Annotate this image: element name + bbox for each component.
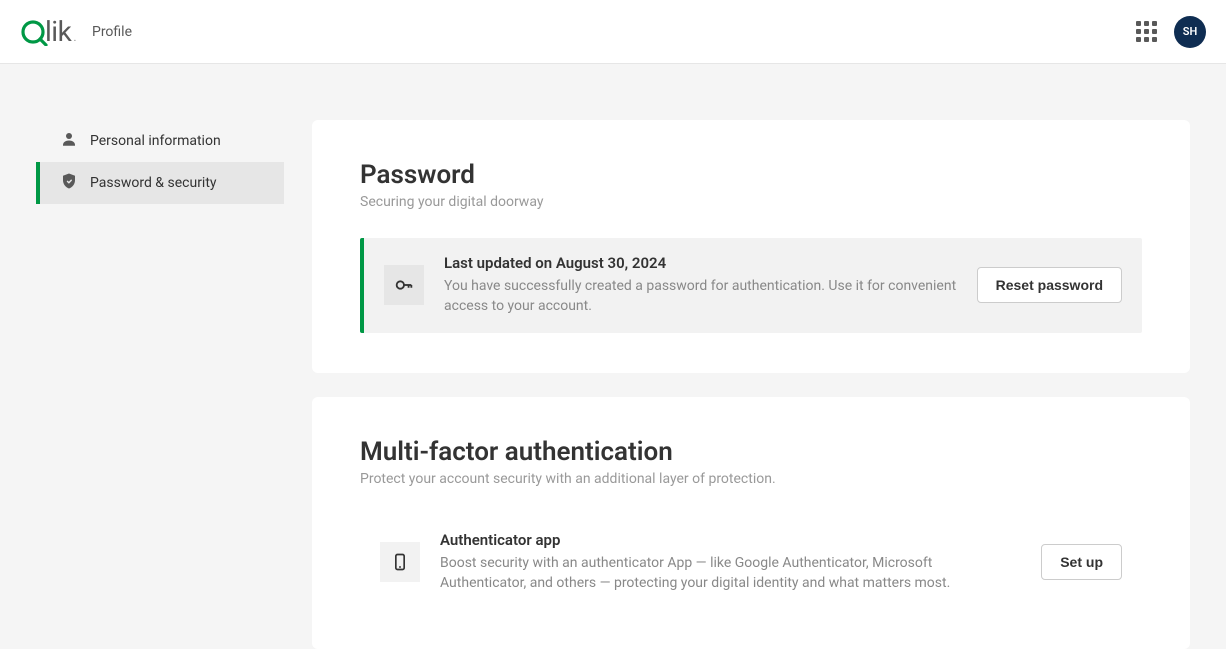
sidebar: Personal information Password & security: [36, 120, 284, 649]
avatar[interactable]: SH: [1174, 16, 1206, 48]
mfa-card: Multi-factor authentication Protect your…: [312, 397, 1190, 649]
mfa-app-title: Authenticator app: [440, 531, 1021, 549]
header-right: SH: [1134, 16, 1206, 48]
main: Password Securing your digital doorway L…: [312, 120, 1190, 649]
mfa-app-text: Authenticator app Boost security with an…: [440, 531, 1021, 594]
logo-text: lik: [45, 15, 71, 48]
header-left: lik. Profile: [20, 15, 132, 48]
mfa-setup-button[interactable]: Set up: [1041, 544, 1122, 580]
key-icon: [384, 265, 424, 305]
password-card: Password Securing your digital doorway L…: [312, 120, 1190, 373]
apps-grid-icon[interactable]: [1134, 20, 1158, 44]
password-info-box: Last updated on August 30, 2024 You have…: [360, 238, 1142, 333]
reset-password-button[interactable]: Reset password: [977, 267, 1122, 303]
sidebar-item-personal-info[interactable]: Personal information: [36, 120, 284, 162]
logo-q-icon: [20, 18, 48, 46]
mfa-subtitle: Protect your account security with an ad…: [360, 471, 1142, 487]
password-info-desc: You have successfully created a password…: [444, 276, 957, 317]
mfa-app-box: Authenticator app Boost security with an…: [360, 515, 1142, 610]
qlik-logo[interactable]: lik.: [20, 15, 76, 48]
password-title: Password: [360, 160, 1142, 190]
content: Personal information Password & security…: [0, 64, 1226, 649]
shield-icon: [60, 172, 78, 194]
person-icon: [60, 130, 78, 152]
password-last-updated: Last updated on August 30, 2024: [444, 254, 957, 272]
password-info-text: Last updated on August 30, 2024 You have…: [444, 254, 957, 317]
phone-icon: [380, 542, 420, 582]
sidebar-item-password-security[interactable]: Password & security: [36, 162, 284, 204]
header: lik. Profile SH: [0, 0, 1226, 64]
page-title-label: Profile: [92, 24, 132, 40]
password-subtitle: Securing your digital doorway: [360, 194, 1142, 210]
sidebar-item-label: Password & security: [90, 175, 217, 191]
sidebar-item-label: Personal information: [90, 133, 221, 149]
mfa-title: Multi-factor authentication: [360, 437, 1142, 467]
mfa-app-desc: Boost security with an authenticator App…: [440, 553, 1021, 594]
